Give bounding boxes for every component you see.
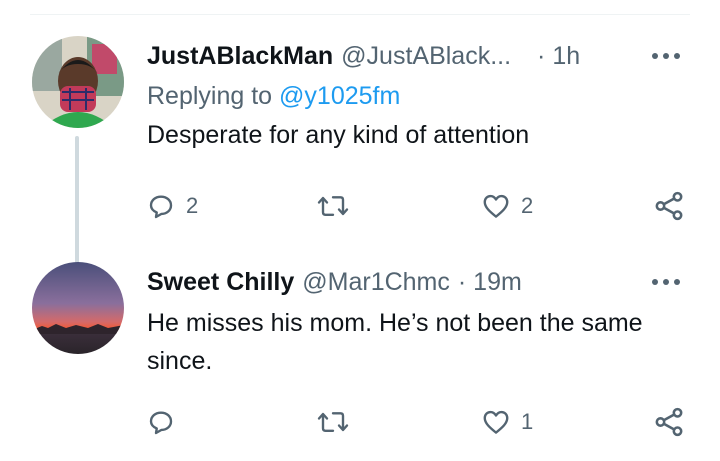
like-button[interactable]: 2 — [481, 186, 533, 226]
tweet-text: Desperate for any kind of attention — [147, 121, 530, 149]
like-icon — [483, 194, 509, 218]
avatar[interactable] — [32, 262, 124, 354]
reply-icon — [149, 411, 173, 435]
reply-icon — [149, 195, 173, 219]
retweet-button[interactable] — [316, 402, 360, 442]
share-icon — [655, 407, 683, 437]
like-count: 1 — [521, 409, 534, 434]
display-name[interactable]: JustABlackMan — [147, 42, 333, 71]
reply-count: 2 — [186, 193, 199, 218]
tweet-content: Sweet Chilly @Mar1Chmc · 19m He misses h… — [147, 262, 690, 380]
more-icon[interactable] — [648, 272, 684, 292]
display-name[interactable]: Sweet Chilly — [147, 268, 294, 297]
like-count: 2 — [521, 193, 534, 218]
tweet-content: JustABlackMan @JustABlack... · 1h Replyi… — [147, 36, 690, 154]
retweet-icon — [317, 412, 349, 432]
avatar[interactable] — [32, 36, 124, 128]
like-button[interactable]: 1 — [481, 402, 533, 442]
share-icon — [655, 191, 683, 221]
more-icon[interactable] — [648, 46, 684, 66]
tweet-text: He misses his mom. He’s not been the sam… — [147, 309, 643, 375]
replying-to-link[interactable]: @y1025fm — [279, 82, 400, 110]
handle[interactable]: @JustABlack... — [341, 42, 511, 71]
tweet-header: JustABlackMan @JustABlack... · 1h — [147, 36, 690, 76]
reply-button[interactable] — [146, 402, 186, 442]
top-divider — [30, 14, 690, 15]
share-button[interactable] — [652, 186, 686, 226]
replying-to: Replying to @y1025fm — [147, 76, 690, 116]
share-button[interactable] — [652, 402, 686, 442]
tweet-header: Sweet Chilly @Mar1Chmc · 19m — [147, 262, 690, 302]
retweet-button[interactable] — [316, 186, 360, 226]
retweet-icon — [317, 196, 349, 216]
replying-prefix: Replying to — [147, 82, 273, 110]
timestamp[interactable]: · 19m — [458, 268, 522, 297]
like-icon — [483, 410, 509, 434]
tweet[interactable]: JustABlackMan @JustABlack... · 1h Replyi… — [0, 36, 720, 291]
tweet-actions: 2 2 — [0, 186, 720, 226]
timestamp[interactable]: · 1h — [537, 42, 580, 71]
tweet[interactable]: Sweet Chilly @Mar1Chmc · 19m He misses h… — [0, 262, 720, 461]
reply-button[interactable]: 2 — [146, 186, 198, 226]
tweet-actions: 1 — [0, 402, 720, 442]
handle[interactable]: @Mar1Chmc — [302, 268, 450, 297]
